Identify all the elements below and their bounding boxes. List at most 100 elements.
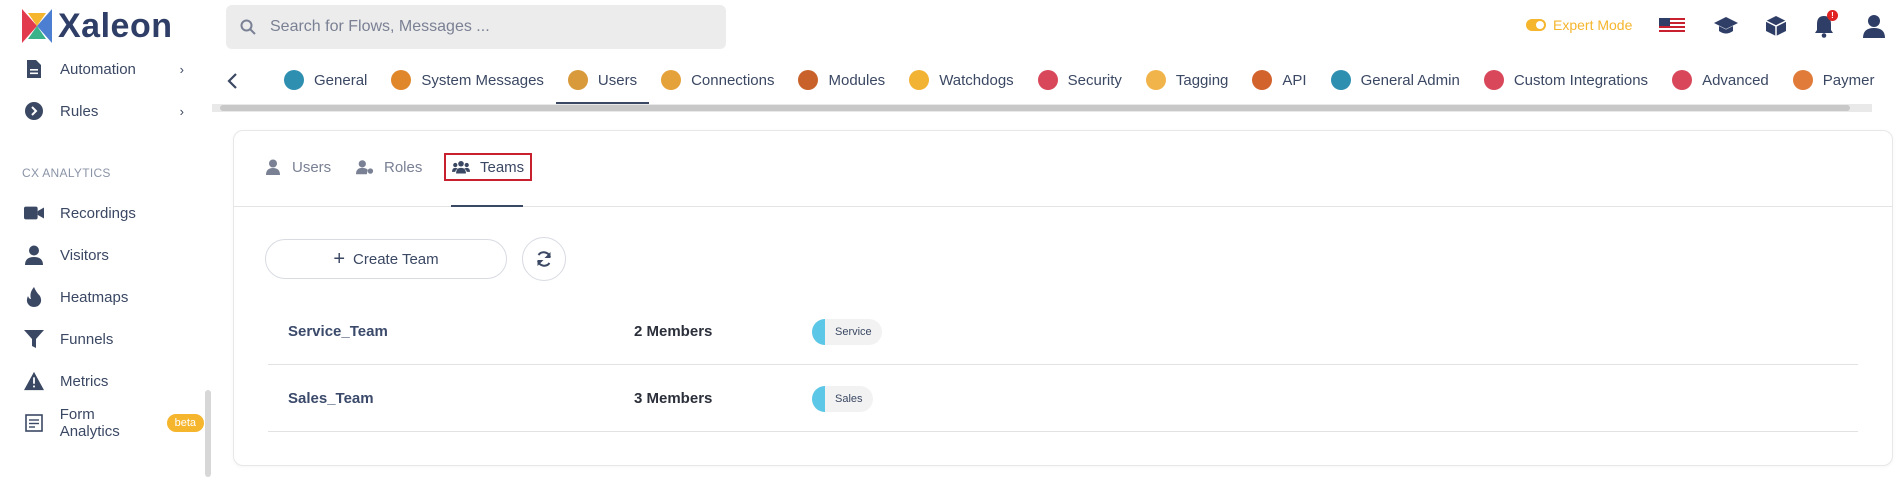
chevron-right-icon: › <box>179 103 184 119</box>
user-account-icon[interactable] <box>1860 12 1888 40</box>
refresh-button[interactable] <box>522 237 566 281</box>
tab-connections-icon <box>661 70 682 90</box>
tab-connections[interactable]: Connections <box>649 56 786 104</box>
expert-mode-label: Expert Mode <box>1553 17 1633 33</box>
automation-icon <box>24 59 44 79</box>
tab-advanced[interactable]: Advanced <box>1660 56 1781 104</box>
sidebar-item-visitors[interactable]: Visitors <box>24 240 184 270</box>
create-team-button[interactable]: + Create Team <box>265 239 507 279</box>
team-members: 2 Members <box>634 323 713 340</box>
search-icon <box>240 19 256 35</box>
tab-paymer-icon <box>1792 70 1813 90</box>
subtab-label: Roles <box>384 158 423 176</box>
tab-custom-integrations[interactable]: Custom Integrations <box>1472 56 1660 104</box>
tab-advanced-icon <box>1672 70 1693 90</box>
subtab-roles[interactable]: Roles <box>356 153 422 181</box>
tab-watchdogs[interactable]: Watchdogs <box>897 56 1025 104</box>
sidebar-scrollbar[interactable] <box>205 390 211 477</box>
tag-color-dot <box>812 319 825 345</box>
tab-users-icon <box>567 70 588 90</box>
tab-label: Security <box>1067 71 1122 89</box>
subtab-teams[interactable]: Teams <box>444 153 533 181</box>
brand-logo[interactable]: Xaleon <box>18 6 172 46</box>
us-flag-icon[interactable] <box>1658 12 1686 40</box>
plus-icon: + <box>333 247 346 270</box>
flame-icon <box>24 287 44 307</box>
user-gear-icon <box>356 160 374 175</box>
tag-label: Service <box>835 326 872 338</box>
tab-watchdogs-icon <box>909 70 930 90</box>
cube-icon[interactable] <box>1762 12 1790 40</box>
table-row[interactable]: Service_Team 2 Members Service <box>268 299 1858 365</box>
sidebar-item-form-analytics[interactable]: Form Analytics beta <box>24 406 204 440</box>
tab-scrollbar[interactable] <box>212 104 1872 112</box>
search-input[interactable]: Search for Flows, Messages ... <box>226 5 726 49</box>
graduation-cap-icon[interactable] <box>1712 12 1740 40</box>
tab-general-admin[interactable]: General Admin <box>1319 56 1472 104</box>
tab-general-icon <box>284 70 304 90</box>
logo-mark-icon <box>22 9 52 43</box>
tab-paymer[interactable]: Paymer <box>1781 56 1887 104</box>
tab-modules-icon <box>798 70 819 90</box>
section-label-cx-analytics: CX ANALYTICS <box>22 166 111 180</box>
sidebar-item-metrics[interactable]: Metrics <box>24 366 184 396</box>
bell-icon[interactable]: ! <box>1810 10 1838 40</box>
user-icon <box>24 245 44 265</box>
tab-api-icon <box>1252 70 1273 90</box>
sidebar-item-label: Rules <box>60 102 99 120</box>
sidebar-item-label: Recordings <box>60 204 136 222</box>
tab-security[interactable]: Security <box>1026 56 1134 104</box>
sidebar-item-heatmaps[interactable]: Heatmaps <box>24 282 184 312</box>
tab-label: Modules <box>828 71 886 89</box>
tab-tagging[interactable]: Tagging <box>1134 56 1241 104</box>
sidebar-item-label: Metrics <box>60 372 109 390</box>
tab-label: Tagging <box>1175 71 1229 89</box>
form-icon <box>24 413 44 433</box>
tab-label: Connections <box>691 71 775 89</box>
team-name[interactable]: Service_Team <box>288 323 388 340</box>
expert-mode-toggle[interactable]: Expert Mode <box>1526 17 1632 33</box>
chevron-right-icon: › <box>179 61 184 77</box>
settings-tab-bar: General System Messages Users Connections Mo… <box>212 56 1900 106</box>
tab-api[interactable]: API <box>1240 56 1318 104</box>
tab-users[interactable]: Users <box>555 56 650 104</box>
rules-icon <box>24 101 44 121</box>
tab-label: General <box>314 71 368 89</box>
tab-label: System Messages <box>421 71 544 89</box>
tab-scrollbar-thumb[interactable] <box>220 105 1850 111</box>
tab-modules[interactable]: Modules <box>786 56 897 104</box>
create-team-label: Create Team <box>353 250 439 268</box>
sidebar-item-rules[interactable]: Rules › <box>24 96 184 126</box>
tab-tagging-icon <box>1145 70 1166 90</box>
tab-label: Advanced <box>1702 71 1769 89</box>
tab-label: Paymer <box>1822 71 1875 89</box>
sidebar-item-funnels[interactable]: Funnels <box>24 324 184 354</box>
sidebar-item-recordings[interactable]: Recordings <box>24 198 184 228</box>
table-row[interactable]: Sales_Team 3 Members Sales <box>268 366 1858 432</box>
teams-panel: Users Roles Teams + Create Team Service_… <box>233 130 1893 466</box>
users-group-icon <box>452 160 470 174</box>
toggle-switch[interactable] <box>1526 19 1546 31</box>
tab-system-messages[interactable]: System Messages <box>379 56 556 104</box>
tag-label: Sales <box>835 393 863 405</box>
tab-label: General Admin <box>1360 71 1460 89</box>
video-icon <box>24 203 44 223</box>
tab-general[interactable]: General <box>272 56 379 104</box>
user-subtabs: Users Roles Teams <box>234 131 1892 207</box>
funnel-icon <box>24 329 44 349</box>
subtab-users[interactable]: Users <box>264 153 331 181</box>
sidebar: Automation › Rules › CX ANALYTICS Record… <box>0 52 212 477</box>
subtab-label: Users <box>292 158 332 176</box>
search-placeholder: Search for Flows, Messages ... <box>270 18 490 35</box>
tab-label: Custom Integrations <box>1513 71 1649 89</box>
chevron-left-icon[interactable] <box>226 72 240 90</box>
tab-general-admin-icon <box>1330 70 1351 90</box>
notification-badge: ! <box>1827 10 1838 21</box>
team-name[interactable]: Sales_Team <box>288 390 374 407</box>
tabs-list: General System Messages Users Connections Mo… <box>272 56 1886 104</box>
beta-badge: beta <box>166 414 204 432</box>
tab-system-messages-icon <box>391 70 412 90</box>
warning-icon <box>24 371 44 391</box>
subtab-label: Teams <box>480 158 525 176</box>
sidebar-item-automation[interactable]: Automation › <box>24 54 184 84</box>
